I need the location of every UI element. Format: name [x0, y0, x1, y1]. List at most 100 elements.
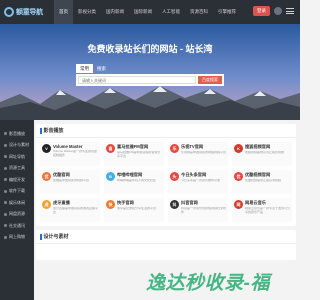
user-icon[interactable]	[274, 7, 282, 15]
site-logo-icon: K	[234, 144, 243, 153]
site-card[interactable]: 喜喜马拉雅FM官网 喜马拉雅FM是中国领先的音频分享平台	[104, 142, 164, 166]
nav-item-resources[interactable]: 资源百科	[185, 0, 213, 24]
site-card[interactable]: 网网易云音乐 网易云音乐是一款专注于发现与分享的音乐产品	[232, 198, 292, 222]
site-card-name: 优酷视频官网	[245, 172, 271, 177]
site-card[interactable]: 优优酷视频官网优酷视频提供正版高清视频	[232, 170, 292, 194]
sidebar-item-label: 软件下载	[9, 188, 25, 194]
nav-item-home[interactable]: 首页	[54, 0, 73, 24]
section-accent	[40, 127, 42, 134]
site-card-desc: 搜狐视频提供高清正版影视剧	[245, 151, 285, 154]
top-header: 额童导航 首页 影视分类 国内新闻 国际新闻 人工智能 资源百科 引擎推荐 登录	[0, 0, 300, 24]
download-icon	[4, 189, 7, 193]
site-card-desc: 快手是记录和分享生活的平台	[117, 207, 157, 210]
logo-text: 额童导航	[16, 9, 43, 16]
login-button[interactable]: 登录	[253, 6, 270, 16]
section-header: 影音播放	[36, 124, 296, 138]
nav-item-video[interactable]: 影视分类	[73, 0, 101, 24]
site-card[interactable]: V Volume Master Volume Master是一款专业的音量控制插件	[40, 142, 100, 166]
search-tab-search[interactable]: 搜索	[93, 64, 110, 73]
mountain-illustration	[0, 86, 300, 120]
site-card[interactable]: 头今日头条官网今日头条是一款资讯推荐引擎	[168, 170, 228, 194]
logo-icon	[4, 7, 14, 17]
site-card-name: 虎牙直播	[53, 200, 70, 205]
site-card-name: 优酷官网	[53, 172, 70, 177]
site-card[interactable]: B 哔哩哔哩官网 哔哩哔哩是年轻人的文化社区	[104, 170, 164, 194]
site-card-desc: 虎牙直播是中国领先的游戏直播平台	[53, 207, 98, 214]
site-card-desc: 优酷是中国领先的视频平台	[53, 179, 90, 182]
site-card[interactable]: 虎虎牙直播 虎牙直播是中国领先的游戏直播平台	[40, 198, 100, 222]
site-card[interactable]: 乐乐视TV官网乐视网是中国领先的网络视频平台	[168, 142, 228, 166]
sidebar-item-label: 资源工具	[9, 165, 25, 171]
palette-icon	[4, 143, 7, 147]
site-card-name: 今日头条官网	[181, 172, 207, 177]
site-card-name: 喜马拉雅FM官网	[117, 144, 149, 149]
sidebar-item-dev[interactable]: 编程开发	[0, 174, 34, 186]
sidebar-item-software[interactable]: 软件下载	[0, 186, 34, 198]
hero-banner: 免费收录站长们的网站 - 站长湾 常用 搜索 百度搜索	[0, 24, 300, 120]
sidebar-item-label: 网上购物	[9, 234, 25, 240]
site-card[interactable]: K 搜狐视频官网搜狐视频提供高清正版影视剧	[232, 142, 292, 166]
site-card-desc: 乐视网是中国领先的网络视频平台	[181, 151, 226, 154]
chat-icon	[4, 224, 7, 228]
section-title: 影音播放	[43, 128, 64, 134]
site-card-name: 乐视TV官网	[181, 144, 204, 149]
sidebar-item-tools[interactable]: 资源工具	[0, 163, 34, 175]
section-header: 设计与素材	[36, 230, 296, 244]
site-logo-icon: B	[106, 172, 115, 181]
search-tab-common[interactable]: 常用	[76, 64, 93, 73]
search-tabs: 常用 搜索	[76, 64, 224, 73]
section-title: 设计与素材	[43, 234, 69, 240]
nav-item-ai[interactable]: 人工智能	[157, 0, 185, 24]
sidebar-item-shopping[interactable]: 网上购物	[0, 232, 34, 244]
sidebar-item-navigation[interactable]: 网址导航	[0, 151, 34, 163]
site-logo-icon: 乐	[170, 144, 179, 153]
site-card-desc: 优酷视频提供正版高清视频	[245, 179, 282, 182]
hero-title: 免费收录站长们的网站 - 站长湾	[87, 44, 213, 54]
site-card-name: 网易云音乐	[245, 200, 266, 205]
section-accent	[40, 233, 42, 240]
site-card-desc: 哔哩哔哩是年轻人的文化社区	[117, 179, 157, 182]
code-icon	[4, 178, 7, 182]
site-card[interactable]: 抖抖音官网 抖音是一款音乐创意短视频社交软件	[168, 198, 228, 222]
sidebar-item-label: 网盘资源	[9, 211, 25, 217]
site-card[interactable]: 快快手官网 快手是记录和分享生活的平台	[104, 198, 164, 222]
site-card[interactable]: 优优酷官网优酷是中国领先的视频平台	[40, 170, 100, 194]
play-icon	[4, 132, 7, 136]
site-logo-icon: 头	[170, 172, 179, 181]
gamepad-icon	[4, 201, 7, 205]
site-logo-icon: 优	[42, 172, 51, 181]
sidebar-item-design[interactable]: 设计与素材	[0, 140, 34, 152]
sidebar-item-social[interactable]: 社交通讯	[0, 220, 34, 232]
site-logo[interactable]: 额童导航	[4, 3, 44, 21]
sidebar-item-video[interactable]: 影音播放	[0, 128, 34, 140]
sidebar-item-label: 编程开发	[9, 176, 25, 182]
nav-item-engines[interactable]: 引擎推荐	[213, 0, 241, 24]
site-card-grid: V Volume Master Volume Master是一款专业的音量控制插件喜…	[36, 138, 296, 226]
site-card-name: 抖音官网	[181, 200, 198, 205]
sidebar-item-cloud[interactable]: 网盘资源	[0, 209, 34, 221]
cart-icon	[4, 235, 7, 239]
site-card-name: 搜狐视频官网	[245, 144, 271, 149]
sidebar-item-label: 网址导航	[9, 153, 25, 159]
sidebar-item-entertainment[interactable]: 娱乐休闲	[0, 197, 34, 209]
site-logo-icon: 快	[106, 200, 115, 209]
compass-icon	[4, 155, 7, 159]
site-logo-icon: 优	[234, 172, 243, 181]
watermark-text: 逸达秒收录-福	[146, 273, 270, 294]
sidebar-item-label: 社交通讯	[9, 222, 25, 228]
main-nav: 首页 影视分类 国内新闻 国际新闻 人工智能 资源百科 引擎推荐	[54, 0, 241, 24]
site-logo-icon: V	[42, 144, 51, 153]
wrench-icon	[4, 166, 7, 170]
site-card-desc: 网易云音乐是一款专注于发现与分享的音乐产品	[245, 207, 290, 214]
nav-item-domestic-news[interactable]: 国内新闻	[101, 0, 129, 24]
site-card-desc: 抖音是一款音乐创意短视频社交软件	[181, 207, 226, 214]
cloud-icon	[4, 212, 7, 216]
site-card-desc: Volume Master是一款专业的音量控制插件	[53, 150, 98, 157]
category-sidebar: 影音播放 设计与素材 网址导航 资源工具 编程开发 软件下载 娱乐休闲 网盘资源…	[0, 120, 34, 300]
section-design: 设计与素材	[36, 230, 296, 260]
nav-item-intl-news[interactable]: 国际新闻	[129, 0, 157, 24]
menu-icon[interactable]	[286, 7, 294, 15]
site-card-desc: 今日头条是一款资讯推荐引擎	[181, 179, 221, 182]
header-actions: 登录	[253, 6, 294, 16]
sidebar-item-label: 设计与素材	[9, 142, 29, 148]
